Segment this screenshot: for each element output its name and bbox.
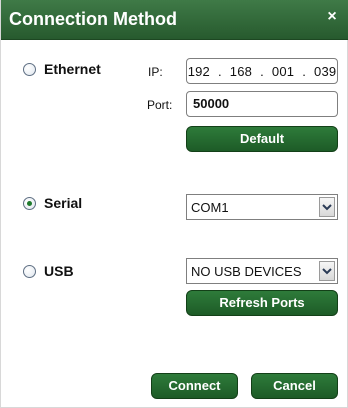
- ethernet-radio[interactable]: [23, 62, 36, 76]
- serial-label: Serial: [44, 195, 83, 211]
- dialog-title: Connection Method: [9, 9, 177, 29]
- serial-port-value: COM1: [191, 200, 229, 215]
- chevron-down-icon[interactable]: [319, 261, 335, 281]
- refresh-ports-button[interactable]: Refresh Ports: [186, 290, 338, 316]
- cancel-button[interactable]: Cancel: [251, 373, 338, 399]
- usb-device-value: NO USB DEVICES: [191, 264, 302, 279]
- default-button[interactable]: Default: [186, 126, 338, 152]
- ip-octet-3: 001: [271, 63, 295, 79]
- usb-radio[interactable]: [23, 264, 36, 278]
- close-icon[interactable]: ×: [323, 8, 341, 26]
- ip-label: IP:: [148, 65, 163, 79]
- usb-label: USB: [44, 263, 74, 279]
- ip-address-input[interactable]: 192 . 168 . 001 . 039: [186, 58, 338, 84]
- port-label: Port:: [147, 98, 173, 112]
- chevron-down-icon[interactable]: [319, 197, 335, 217]
- ip-separator-1: .: [217, 63, 222, 79]
- connection-method-dialog: Connection Method × Ethernet IP: 192 . 1…: [0, 0, 348, 408]
- serial-radio[interactable]: [23, 196, 36, 210]
- serial-port-select[interactable]: COM1: [186, 194, 338, 220]
- ethernet-option[interactable]: Ethernet: [23, 61, 101, 77]
- ip-separator-3: .: [302, 63, 307, 79]
- ip-octet-2: 168: [229, 63, 253, 79]
- serial-option[interactable]: Serial: [23, 195, 82, 211]
- ethernet-label: Ethernet: [44, 61, 101, 77]
- connect-button[interactable]: Connect: [151, 373, 238, 399]
- port-input[interactable]: 50000: [186, 91, 338, 117]
- dialog-titlebar: Connection Method ×: [1, 0, 348, 40]
- usb-option[interactable]: USB: [23, 263, 74, 279]
- usb-device-select[interactable]: NO USB DEVICES: [186, 258, 338, 284]
- ip-separator-2: .: [260, 63, 264, 79]
- ip-octet-4: 039: [314, 63, 337, 79]
- ip-octet-1: 192: [187, 63, 210, 79]
